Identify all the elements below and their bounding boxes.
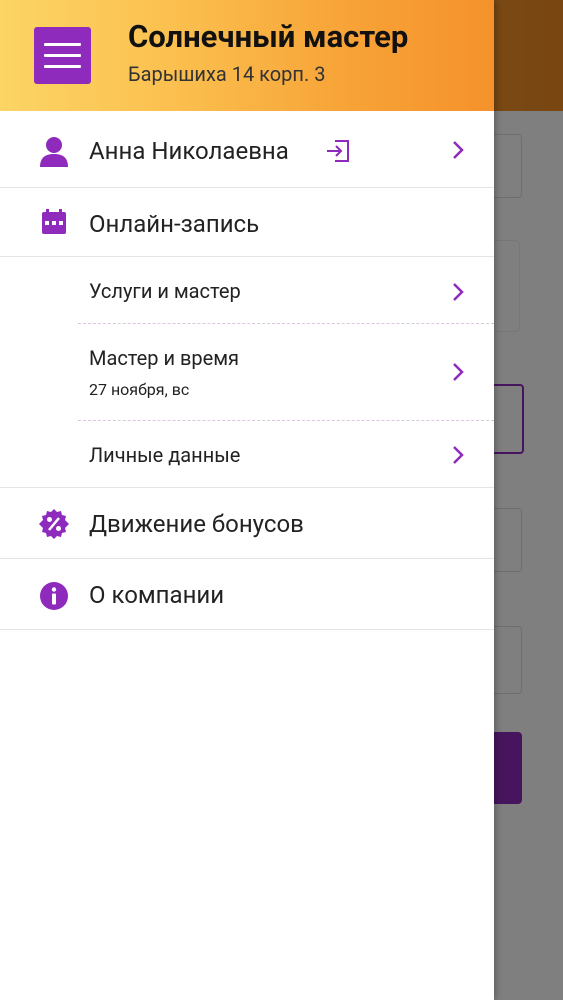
chevron-right-icon [453,141,464,159]
logout-icon[interactable] [325,138,351,164]
app-subtitle: Барышиха 14 корп. 3 [128,62,326,86]
master-time-label: Мастер и время [89,346,240,370]
menu-item-services[interactable]: Услуги и мастер [0,257,494,323]
menu-item-bonus-history[interactable]: Движение бонусов [0,488,494,558]
calendar-icon [42,209,66,234]
online-booking-header: Онлайн-запись [0,188,494,256]
chevron-right-icon [453,446,464,464]
online-booking-label: Онлайн-запись [89,210,260,238]
percent-badge-icon [39,509,69,539]
user-profile-row[interactable]: Анна Николаевна [0,111,494,187]
menu-item-about[interactable]: О компании [0,559,494,629]
user-icon [40,137,68,167]
personal-data-label: Личные данные [89,443,241,467]
chevron-right-icon [453,363,464,381]
drawer-header: Солнечный мастер Барышиха 14 корп. 3 [0,0,494,111]
bonus-history-label: Движение бонусов [89,510,304,538]
divider [0,629,494,630]
master-time-date: 27 ноября, вс [89,380,190,399]
about-label: О компании [89,581,225,609]
user-name: Анна Николаевна [89,137,289,165]
app-title: Солнечный мастер [128,18,409,55]
navigation-drawer: Солнечный мастер Барышиха 14 корп. 3 Анн… [0,0,494,1000]
menu-item-master-time[interactable]: Мастер и время 27 ноября, вс [0,324,494,420]
hamburger-menu-button[interactable] [34,27,91,84]
info-icon [40,582,68,610]
chevron-right-icon [453,283,464,301]
services-label: Услуги и мастер [89,279,241,303]
menu-item-personal-data[interactable]: Личные данные [0,421,494,487]
